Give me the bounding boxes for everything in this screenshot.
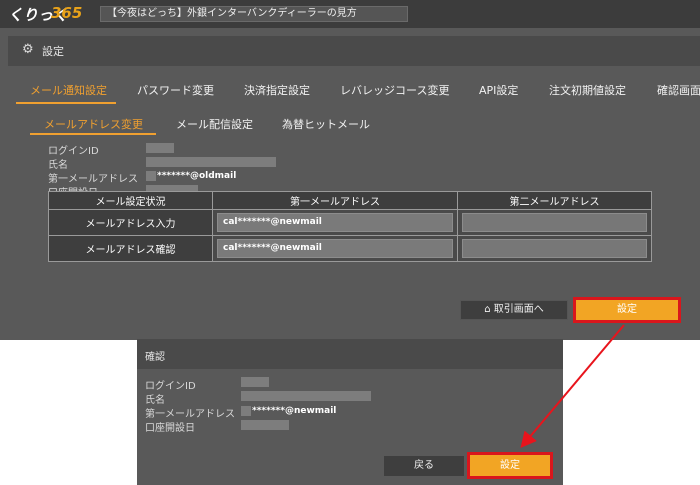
tab-confirm-screen[interactable]: 確認画面	[657, 82, 700, 98]
table-header: メール設定状況	[48, 191, 213, 210]
settings-panel: ⚙ 設定 メール通知設定 パスワード変更 決済指定設定 レバレッジコース変更 A…	[0, 28, 700, 340]
subtab-email-change[interactable]: メールアドレス変更	[44, 116, 143, 132]
confirm-header: 確認	[137, 339, 563, 369]
confirm-name-label: 氏名	[145, 395, 165, 406]
tab-settlement[interactable]: 決済指定設定	[244, 82, 310, 98]
row-label-confirm: メールアドレス確認	[48, 235, 213, 262]
confirm-email-value: *******@newmail	[252, 406, 337, 416]
current-email-value: *******@oldmail	[157, 171, 237, 181]
redacted-login-id	[241, 377, 269, 387]
gear-icon: ⚙	[22, 42, 34, 57]
redacted-name	[241, 391, 371, 401]
confirm-login-id-label: ログインID	[145, 381, 196, 392]
subtab-mail-delivery[interactable]: メール配信設定	[176, 116, 253, 132]
redacted-name	[146, 157, 276, 167]
trading-screen-button[interactable]: ⌂ 取引画面へ	[460, 300, 568, 320]
first-email-input[interactable]: cal*******@newmail	[217, 213, 453, 232]
home-icon: ⌂	[484, 304, 491, 315]
sub-tabs: メールアドレス変更 メール配信設定 為替ヒットメール	[0, 116, 700, 138]
confirm-title: 確認	[145, 352, 165, 363]
second-email-input[interactable]	[461, 213, 647, 232]
first-email-confirm-input[interactable]: cal*******@newmail	[217, 239, 453, 258]
tab-api[interactable]: API設定	[479, 82, 518, 98]
tab-mail-notification[interactable]: メール通知設定	[30, 82, 107, 98]
top-bar: くりっく 365 【今夜はどっち】外銀インターバンクディーラーの見方	[0, 0, 700, 28]
back-button[interactable]: 戻る	[384, 456, 464, 476]
news-ticker[interactable]: 【今夜はどっち】外銀インターバンクディーラーの見方	[100, 6, 408, 22]
main-tabs: メール通知設定 パスワード変更 決済指定設定 レバレッジコース変更 API設定 …	[0, 76, 700, 104]
redacted-email-prefix	[146, 171, 156, 181]
redacted-open-date	[241, 420, 289, 430]
trading-screen-label: 取引画面へ	[493, 304, 544, 315]
first-email-label: 第一メールアドレス	[48, 174, 138, 185]
active-tab-indicator	[16, 102, 116, 104]
table-header: 第一メールアドレス	[212, 191, 458, 210]
redacted-login-id	[146, 143, 174, 153]
confirm-submit-button[interactable]: 設定	[467, 452, 553, 479]
email-settings-table: メール設定状況 第一メールアドレス 第二メールアドレス メールアドレス入力 ca…	[48, 191, 653, 262]
second-email-confirm-input[interactable]	[461, 239, 647, 258]
confirm-open-date-label: 口座開設日	[145, 423, 195, 434]
confirm-first-email-label: 第一メールアドレス	[145, 409, 235, 420]
table-header-row: メール設定状況 第一メールアドレス 第二メールアドレス	[48, 191, 653, 210]
name-label: 氏名	[48, 160, 68, 171]
settings-title: 設定	[42, 45, 64, 58]
redacted-email-prefix	[241, 406, 251, 416]
tab-leverage[interactable]: レバレッジコース変更	[340, 82, 449, 98]
login-id-label: ログインID	[48, 146, 99, 157]
subtab-fx-hit-mail[interactable]: 為替ヒットメール	[282, 116, 370, 132]
table-row: メールアドレス入力 cal*******@newmail	[48, 209, 653, 236]
logo-number: 365	[51, 4, 83, 22]
settings-header: ⚙ 設定	[8, 36, 700, 66]
row-label-input: メールアドレス入力	[48, 209, 213, 236]
confirm-panel: 確認 ログインID 氏名 第一メールアドレス *******@newmail 口…	[137, 339, 563, 485]
tab-password[interactable]: パスワード変更	[137, 82, 214, 98]
settings-submit-button[interactable]: 設定	[573, 297, 681, 323]
table-row: メールアドレス確認 cal*******@newmail	[48, 235, 653, 262]
active-subtab-indicator	[30, 133, 156, 135]
table-header: 第二メールアドレス	[456, 191, 653, 210]
tab-order-defaults[interactable]: 注文初期値設定	[549, 82, 626, 98]
logo[interactable]: くりっく 365	[8, 4, 86, 24]
